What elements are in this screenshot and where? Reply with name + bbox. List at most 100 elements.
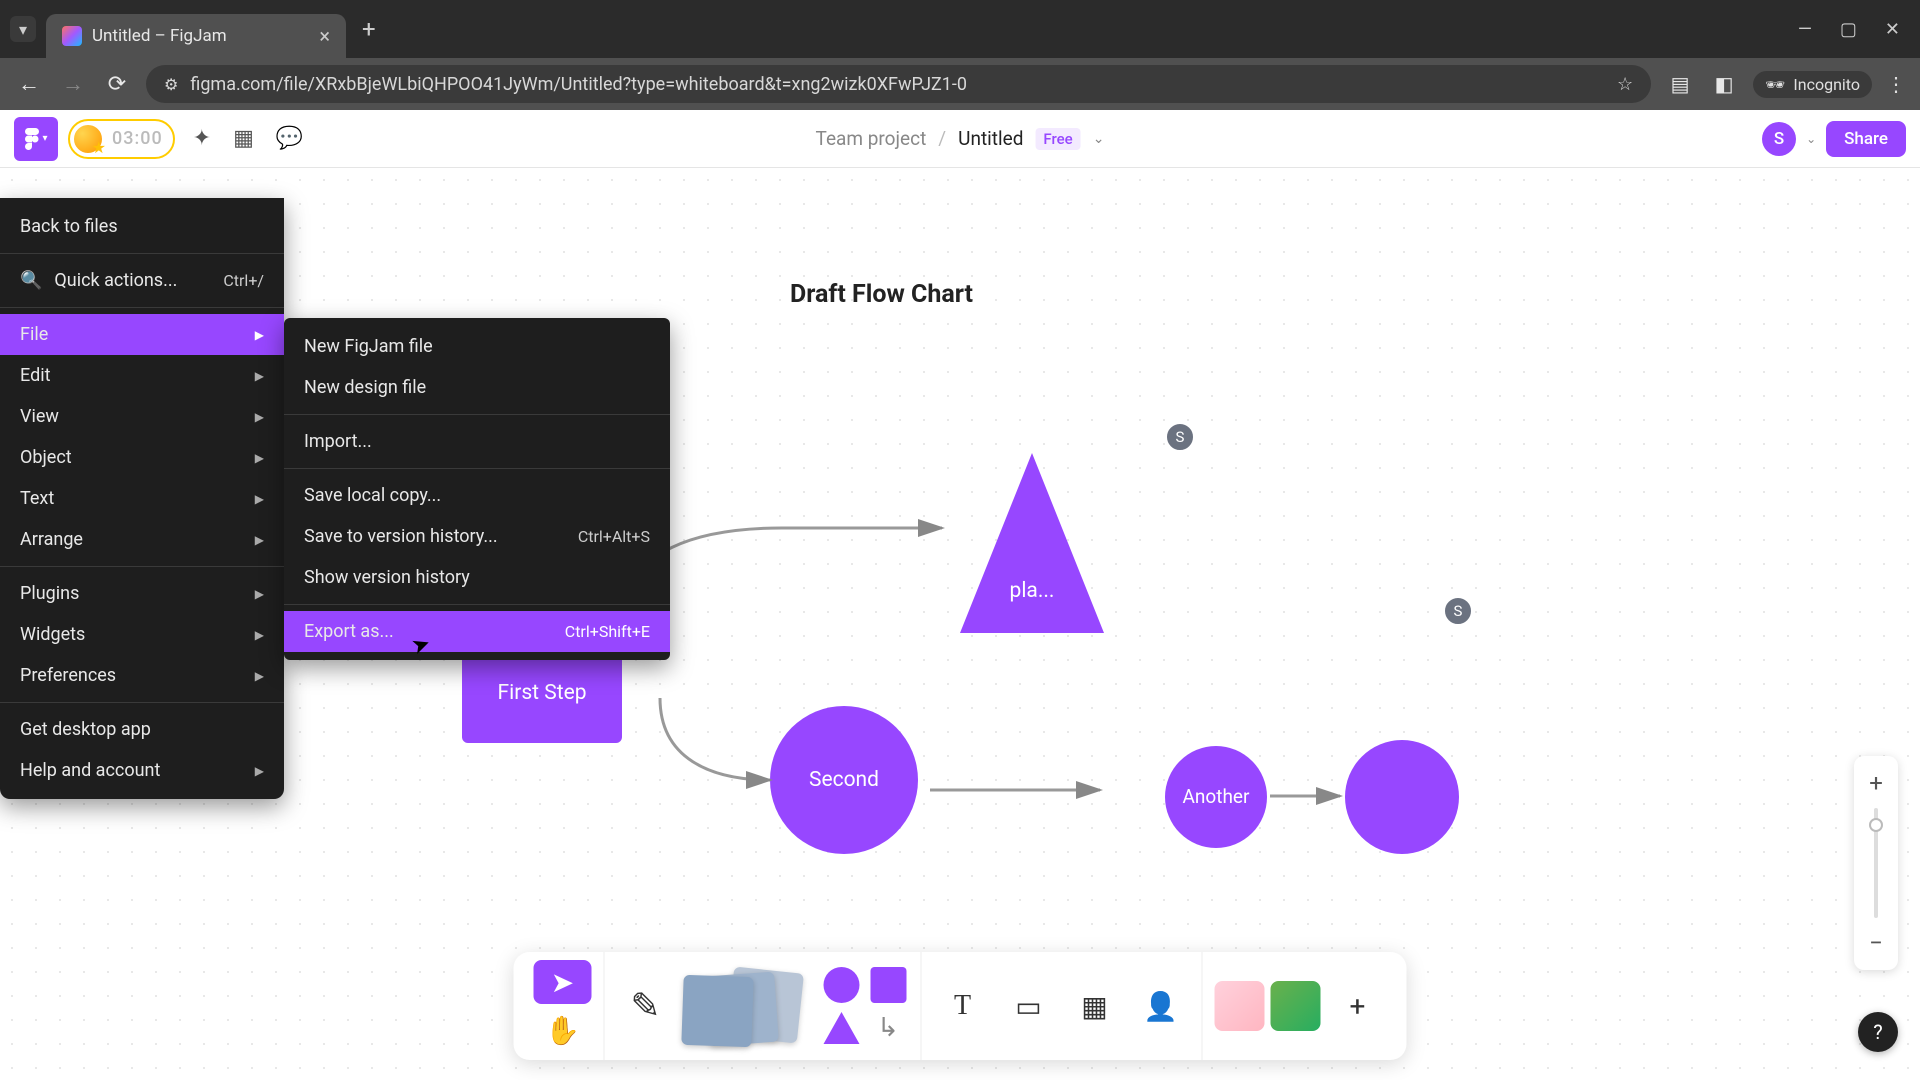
marker-tool[interactable]: ✎	[617, 977, 675, 1035]
share-button[interactable]: Share	[1826, 121, 1906, 157]
incognito-badge[interactable]: 🕶 Incognito	[1753, 71, 1872, 98]
zoom-slider[interactable]	[1874, 808, 1878, 918]
add-widget-button[interactable]: +	[1329, 977, 1387, 1035]
chevron-right-icon: ▶	[255, 587, 264, 601]
canvas-title[interactable]: Draft Flow Chart	[790, 280, 973, 309]
zoom-in-button[interactable]: +	[1854, 764, 1898, 802]
shape-triangle[interactable]: pla...	[960, 453, 1104, 633]
menu-label: Arrange	[20, 529, 83, 550]
current-user-avatar[interactable]: S	[1762, 122, 1796, 156]
side-panel-icon[interactable]: ◧	[1709, 72, 1739, 96]
stickers-tool[interactable]	[1215, 981, 1321, 1031]
table-tool[interactable]: ▦	[1066, 977, 1124, 1035]
url-text: figma.com/file/XRxbBjeWLbiQHPOO41JyWm/Un…	[190, 74, 967, 95]
submenu-export-as[interactable]: Export as... Ctrl+Shift+E	[284, 611, 670, 652]
submenu-import[interactable]: Import...	[284, 421, 670, 462]
menu-text[interactable]: Text▶	[0, 478, 284, 519]
menu-label: New design file	[304, 377, 426, 398]
maximize-icon[interactable]: ▢	[1840, 19, 1857, 40]
canvas[interactable]: Draft Flow Chart First Step pla... Secon…	[0, 168, 1920, 1080]
menu-view[interactable]: View▶	[0, 396, 284, 437]
menu-plugins[interactable]: Plugins▶	[0, 573, 284, 614]
close-window-icon[interactable]: ✕	[1885, 19, 1900, 40]
submenu-save-local[interactable]: Save local copy...	[284, 475, 670, 516]
grid-view-icon[interactable]: ▦	[233, 126, 254, 151]
figma-favicon	[62, 26, 82, 46]
text-tool[interactable]: T	[934, 977, 992, 1035]
browser-menu-icon[interactable]: ⋮	[1886, 72, 1906, 96]
menu-file[interactable]: File▶	[0, 314, 284, 355]
menu-widgets[interactable]: Widgets▶	[0, 614, 284, 655]
breadcrumb-caret-icon[interactable]: ⌄	[1093, 131, 1105, 147]
back-button[interactable]: ←	[14, 71, 44, 97]
menu-label: Quick actions...	[54, 270, 177, 291]
user-avatar-small: ★	[72, 123, 104, 155]
sticker-icon	[1271, 981, 1321, 1031]
shapes-tool[interactable]: ↳	[821, 966, 909, 1046]
zoom-out-button[interactable]: −	[1854, 924, 1898, 962]
shape-blank-circle[interactable]	[1345, 740, 1459, 854]
menu-shortcut: Ctrl+Shift+E	[565, 622, 650, 641]
submenu-show-history[interactable]: Show version history	[284, 557, 670, 598]
plan-badge[interactable]: Free	[1035, 128, 1080, 150]
menu-quick-actions[interactable]: 🔍 Quick actions... Ctrl+/	[0, 260, 284, 301]
menu-back-to-files[interactable]: Back to files	[0, 206, 284, 247]
site-settings-icon[interactable]: ⚙	[164, 75, 178, 94]
submenu-new-figjam[interactable]: New FigJam file	[284, 326, 670, 367]
menu-preferences[interactable]: Preferences▶	[0, 655, 284, 696]
submenu-save-version[interactable]: Save to version history... Ctrl+Alt+S	[284, 516, 670, 557]
sticker-icon	[1215, 981, 1265, 1031]
menu-separator	[0, 566, 284, 567]
team-name[interactable]: Team project	[816, 127, 927, 150]
forward-button[interactable]: →	[58, 71, 88, 97]
menu-arrange[interactable]: Arrange ▶	[0, 519, 284, 560]
menu-label: Get desktop app	[20, 719, 151, 740]
menu-edit[interactable]: Edit▶	[0, 355, 284, 396]
bookmark-icon[interactable]: ☆	[1617, 74, 1633, 95]
menu-shortcut: Ctrl+/	[223, 271, 264, 290]
figma-logo-icon	[24, 128, 40, 150]
submenu-new-design[interactable]: New design file	[284, 367, 670, 408]
help-button[interactable]: ?	[1858, 1012, 1898, 1052]
shape-label: Second	[809, 768, 879, 792]
sticky-note-tool[interactable]	[683, 966, 813, 1046]
zoom-slider-thumb[interactable]	[1869, 818, 1883, 832]
ai-sparkle-icon[interactable]: ✦	[193, 126, 211, 151]
file-title[interactable]: Untitled	[958, 127, 1023, 150]
browser-tab[interactable]: Untitled – FigJam ×	[46, 14, 346, 58]
connector-arrow	[1270, 786, 1350, 806]
close-tab-icon[interactable]: ×	[319, 24, 330, 48]
menu-help-account[interactable]: Help and account▶	[0, 750, 284, 791]
main-menu-button[interactable]: ▾	[14, 117, 58, 161]
address-bar[interactable]: ⚙ figma.com/file/XRxbBjeWLbiQHPOO41JyWm/…	[146, 65, 1651, 103]
select-tool[interactable]: ➤	[534, 960, 592, 1004]
new-tab-button[interactable]: +	[362, 15, 376, 43]
menu-shortcut: Ctrl+Alt+S	[578, 527, 650, 546]
menu-object[interactable]: Object▶	[0, 437, 284, 478]
shape-second[interactable]: Second	[770, 706, 918, 854]
breadcrumb: Team project / Untitled Free ⌄	[816, 127, 1105, 150]
menu-label: Object	[20, 447, 72, 468]
connector-arrow	[930, 780, 1110, 800]
minimize-icon[interactable]: —	[1798, 19, 1812, 40]
shape-another[interactable]: Another	[1165, 746, 1267, 848]
stamp-tool[interactable]: 👤	[1132, 977, 1190, 1035]
shape-label: pla...	[1007, 579, 1057, 603]
browser-tab-bar: ▾ Untitled – FigJam × + — ▢ ✕	[0, 0, 1920, 58]
reading-list-icon[interactable]: ▤	[1665, 72, 1695, 96]
incognito-label: Incognito	[1793, 75, 1860, 94]
menu-separator	[0, 307, 284, 308]
menu-get-desktop-app[interactable]: Get desktop app	[0, 709, 284, 750]
tab-search-dropdown[interactable]: ▾	[10, 16, 36, 42]
comments-icon[interactable]: 💬	[276, 126, 303, 151]
user-menu-caret-icon[interactable]: ⌄	[1806, 132, 1816, 146]
menu-separator	[0, 253, 284, 254]
timer-widget[interactable]: ★ 03:00	[68, 119, 175, 159]
browser-nav-bar: ← → ⟳ ⚙ figma.com/file/XRxbBjeWLbiQHPOO4…	[0, 58, 1920, 110]
menu-label: Widgets	[20, 624, 85, 645]
chevron-right-icon: ▶	[255, 669, 264, 683]
section-tool[interactable]: ▭	[1000, 977, 1058, 1035]
reload-button[interactable]: ⟳	[102, 72, 132, 97]
hand-tool[interactable]: ✋	[534, 1008, 592, 1052]
chevron-right-icon: ▶	[255, 533, 264, 547]
